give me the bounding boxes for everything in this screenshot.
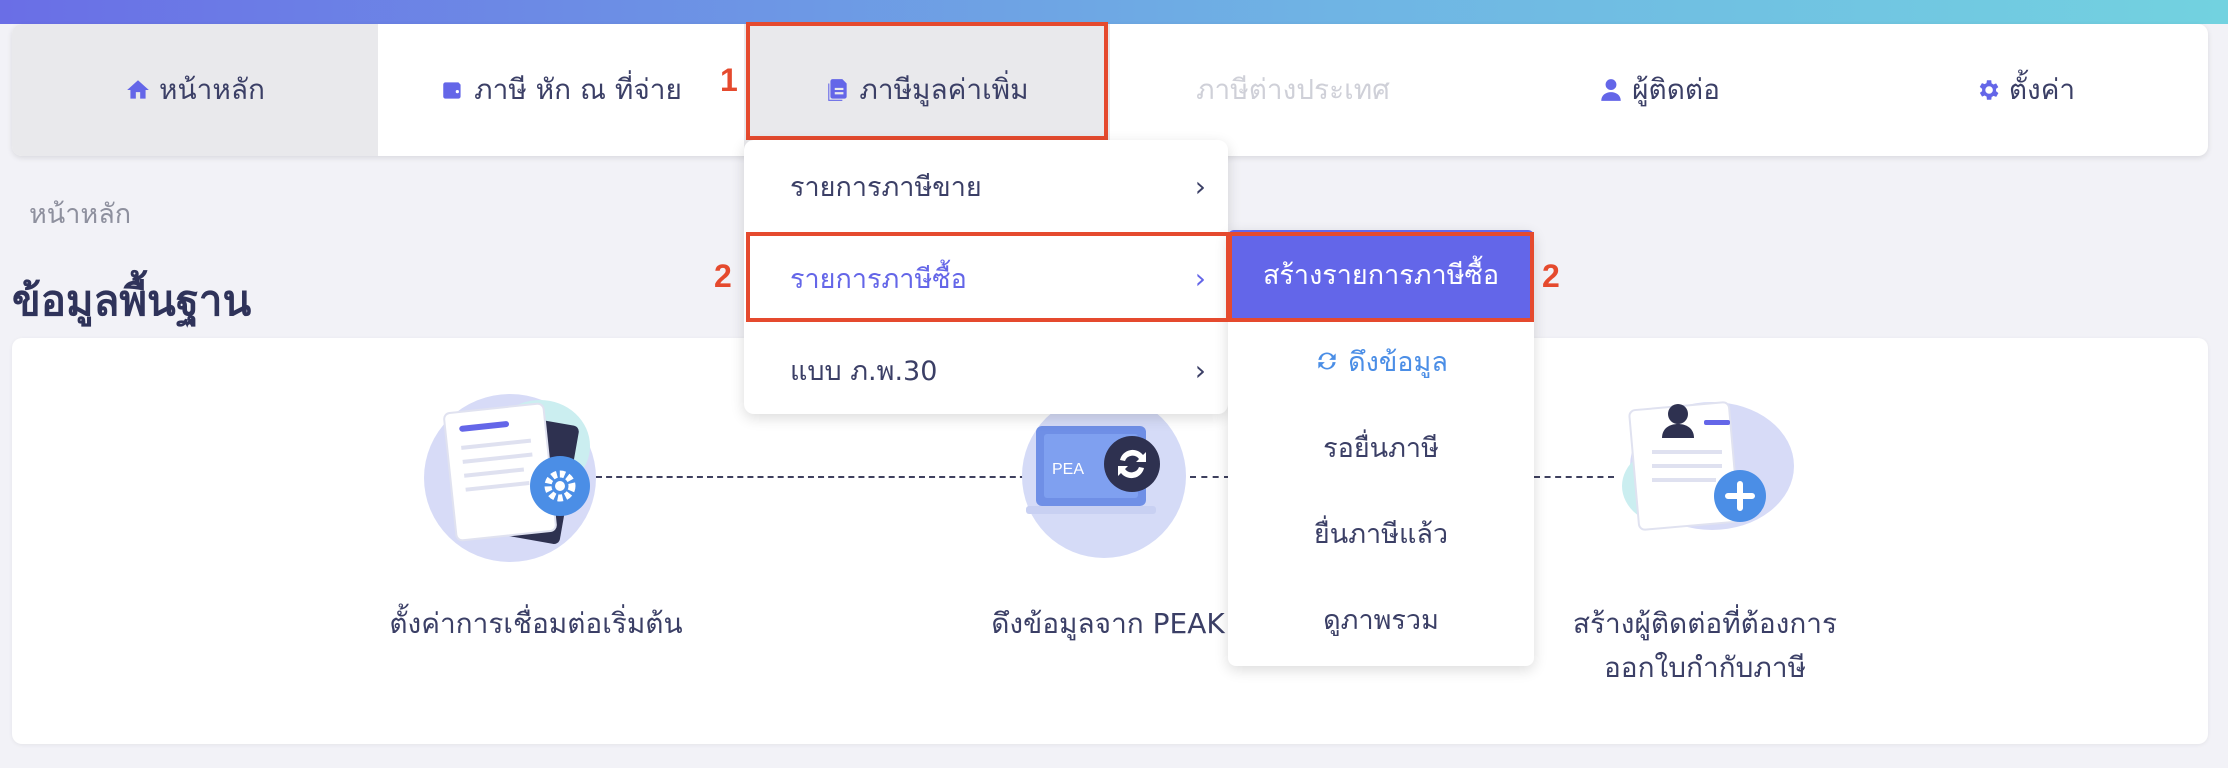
step-number-2-right: 2 [1542, 258, 1560, 294]
nav-item-vat[interactable]: ภาษีมูลค่าเพิ่ม [744, 24, 1110, 156]
nav-item-label: หน้าหลัก [159, 73, 265, 106]
step-number-1: 1 [720, 62, 738, 98]
submenu-item-label: ดูภาพรวม [1323, 604, 1439, 636]
connector-line-1 [596, 476, 1036, 478]
nav-item-foreign-tax[interactable]: ภาษีต่างประเทศ [1110, 24, 1476, 156]
wallet-icon [443, 82, 461, 99]
step-fetch-caption: ดึงข้อมูลจาก PEAK [991, 607, 1225, 640]
nav-item-label: ผู้ติดต่อ [1632, 73, 1720, 106]
submenu-create-purchase-tax[interactable]: สร้างรายการภาษีซื้อ [1228, 230, 1534, 318]
nav-item-settings[interactable]: ตั้งค่า [1842, 24, 2208, 156]
dropdown-item-pp30[interactable]: แบบ ภ.พ.30 › [744, 324, 1228, 416]
chevron-right-icon: › [1194, 261, 1206, 295]
gear-icon [1979, 80, 1999, 100]
chevron-right-icon: › [1194, 169, 1206, 203]
nav-item-withholding-tax[interactable]: ภาษี หัก ณ ที่จ่าย [378, 24, 744, 156]
step-contact-caption-line2: ออกใบกำกับภาษี [1603, 651, 1807, 684]
document-icon [828, 79, 848, 101]
submenu-item-overview[interactable]: ดูภาพรวม [1228, 576, 1534, 662]
connector-line-3 [1534, 476, 1614, 478]
step-contact-caption-line1: สร้างผู้ติดต่อที่ต้องการ [1572, 607, 1838, 640]
main-navbar: หน้าหลัก ภาษี หัก ณ ที่จ่าย ภาษีมูลค่าเพ… [12, 24, 2208, 156]
chevron-right-icon: › [1194, 353, 1206, 387]
nav-item-contacts[interactable]: ผู้ติดต่อ [1476, 24, 1842, 156]
refresh-icon [1318, 352, 1336, 370]
purchase-tax-submenu: สร้างรายการภาษีซื้อ ดึงข้อมูล รอยื่นภาษี… [1228, 230, 1534, 666]
dropdown-item-sales-tax[interactable]: รายการภาษีขาย › [744, 140, 1228, 232]
top-gradient-bar [0, 0, 2228, 24]
fetch-peak-illustration: PEA [1022, 396, 1186, 558]
user-icon [1601, 79, 1621, 101]
dropdown-item-label: รายการภาษีซื้อ [790, 263, 967, 295]
nav-item-home[interactable]: หน้าหลัก [12, 24, 378, 156]
nav-item-label: ภาษีมูลค่าเพิ่ม [859, 73, 1029, 106]
dropdown-item-purchase-tax[interactable]: รายการภาษีซื้อ › [744, 232, 1228, 324]
dropdown-item-label: รายการภาษีขาย [790, 171, 982, 203]
step-contact-caption: สร้างผู้ติดต่อที่ต้องการ ออกใบกำกับภาษี [1530, 602, 1880, 690]
home-icon [127, 80, 149, 99]
submenu-item-filed[interactable]: ยื่นภาษีแล้ว [1228, 490, 1534, 576]
page-title: ข้อมูลพื้นฐาน [12, 276, 252, 325]
step-setup-caption: ตั้งค่าการเชื่อมต่อเริ่มต้น [389, 607, 683, 640]
peak-logo-text: PEA [1052, 461, 1084, 478]
nav-item-label: ตั้งค่า [2008, 73, 2076, 106]
breadcrumb[interactable]: หน้าหลัก [29, 192, 131, 235]
submenu-item-label: รอยื่นภาษี [1323, 432, 1439, 464]
vat-dropdown-menu: รายการภาษีขาย › รายการภาษีซื้อ › แบบ ภ.พ… [744, 140, 1228, 414]
setup-connection-illustration [424, 394, 596, 562]
dropdown-item-label: แบบ ภ.พ.30 [790, 355, 938, 387]
step-number-2-left: 2 [714, 258, 732, 294]
submenu-item-label: ดึงข้อมูล [1348, 346, 1448, 378]
submenu-item-pending[interactable]: รอยื่นภาษี [1228, 404, 1534, 490]
submenu-item-fetch-data[interactable]: ดึงข้อมูล [1228, 318, 1534, 404]
create-contact-illustration [1622, 401, 1794, 531]
submenu-item-label: ยื่นภาษีแล้ว [1313, 518, 1449, 550]
nav-item-label: ภาษี หัก ณ ที่จ่าย [474, 73, 682, 106]
nav-item-label: ภาษีต่างประเทศ [1196, 73, 1390, 106]
